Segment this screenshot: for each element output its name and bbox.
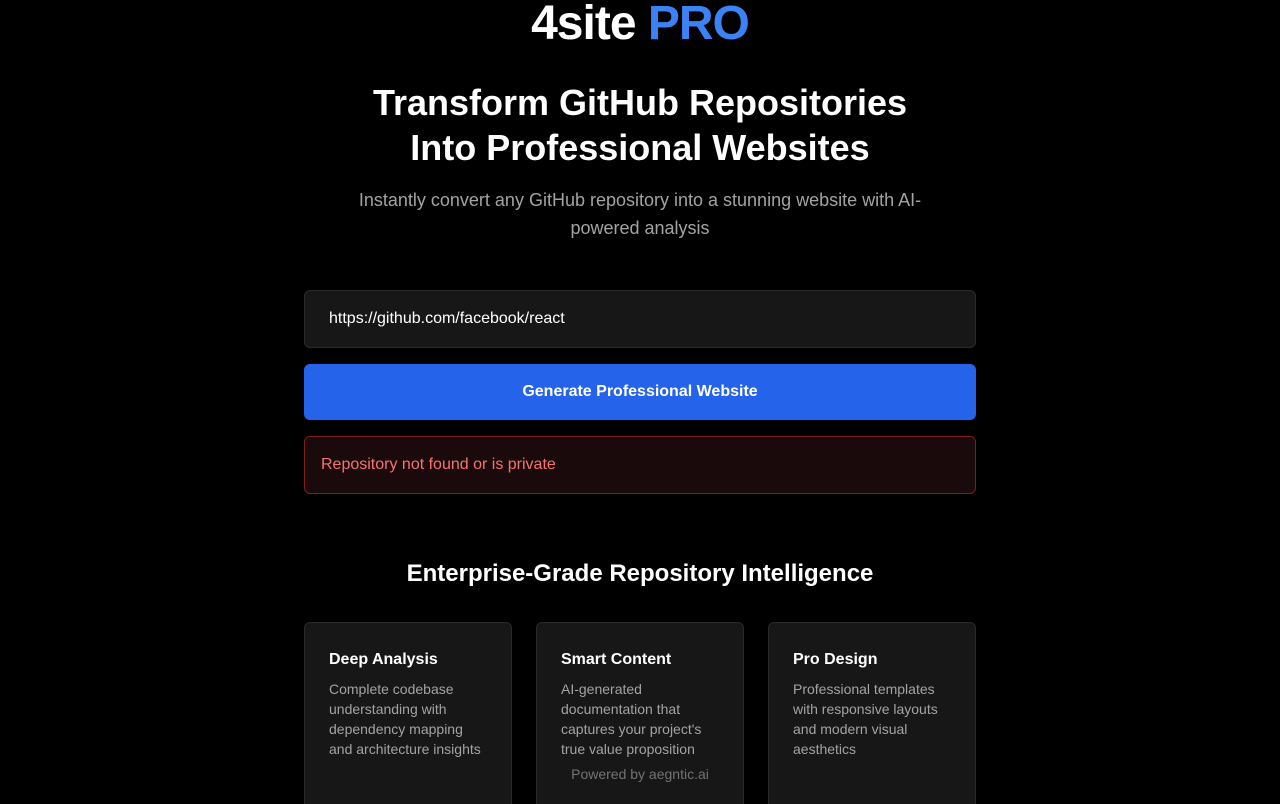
headline-line-2: Into Professional Websites bbox=[410, 127, 870, 168]
brand-name: 4site bbox=[531, 0, 636, 50]
powered-by-footer: Powered by aegntic.ai bbox=[571, 766, 709, 782]
feature-card-title: Deep Analysis bbox=[329, 651, 438, 668]
feature-card-description: Complete codebase understanding with dep… bbox=[329, 681, 481, 757]
brand-pro-suffix: PRO bbox=[647, 0, 750, 50]
feature-card-title: Smart Content bbox=[561, 651, 672, 668]
feature-card-title: Pro Design bbox=[793, 651, 878, 668]
page: 4site PRO Transform GitHub Repositories … bbox=[0, 0, 1280, 804]
error-message: Repository not found or is private bbox=[321, 456, 556, 473]
feature-card-description: Professional templates with responsive l… bbox=[793, 681, 938, 757]
brand-logo: 4site PRO bbox=[0, 0, 1280, 54]
error-alert: Repository not found or is private bbox=[304, 436, 976, 494]
generate-website-button[interactable]: Generate Professional Website bbox=[304, 364, 976, 420]
page-headline: Transform GitHub Repositories Into Profe… bbox=[0, 80, 1280, 170]
features-section-title: Enterprise-Grade Repository Intelligence bbox=[406, 560, 874, 587]
repo-url-input[interactable] bbox=[304, 290, 976, 348]
feature-card-description: AI-generated documentation that captures… bbox=[561, 681, 702, 757]
page-subtitle: Instantly convert any GitHub repository … bbox=[358, 190, 922, 238]
headline-line-1: Transform GitHub Repositories bbox=[372, 82, 908, 123]
